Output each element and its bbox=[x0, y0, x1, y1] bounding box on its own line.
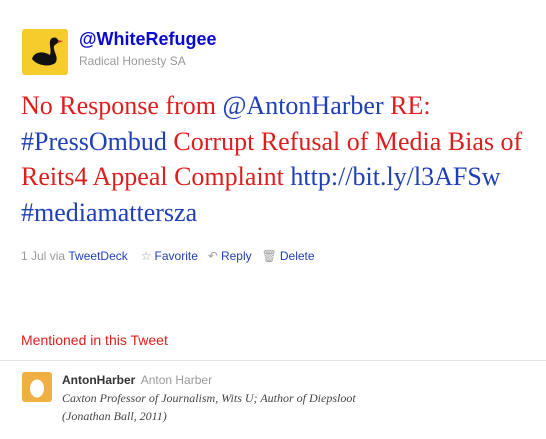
author-screen-name[interactable]: @WhiteRefugee bbox=[79, 29, 217, 50]
via-label: via bbox=[49, 249, 66, 263]
default-egg-icon bbox=[30, 379, 44, 398]
tweet-text-segment: RE: bbox=[383, 91, 431, 120]
favorite-button[interactable]: ☆ Favorite bbox=[141, 249, 198, 263]
hashtag-link[interactable]: #mediamattersza bbox=[21, 198, 197, 227]
bio-line-1: Caxton Professor of Journalism, Wits U; … bbox=[62, 391, 356, 405]
trash-icon: 🗑 bbox=[261, 249, 277, 263]
hashtag-link[interactable]: #PressOmbud bbox=[21, 127, 167, 156]
url-link[interactable]: http://bit.ly/l3AFSw bbox=[290, 162, 500, 191]
author-avatar[interactable] bbox=[22, 29, 68, 75]
tweet-text-segment: No Response from bbox=[21, 91, 223, 120]
mentioned-user-full-name: Anton Harber bbox=[140, 373, 213, 387]
favorite-label: Favorite bbox=[154, 249, 198, 263]
mentioned-user-name: AntonHarber Anton Harber bbox=[62, 373, 212, 387]
tweet-date[interactable]: 1 Jul bbox=[21, 249, 46, 263]
mentioned-user-screen-name[interactable]: AntonHarber bbox=[62, 373, 135, 387]
reply-button[interactable]: ↶ Reply bbox=[208, 249, 252, 263]
tweet-meta: 1 Jul via TweetDeck ☆ Favorite ↶ Reply 🗑… bbox=[21, 249, 315, 263]
black-swan-icon bbox=[32, 37, 63, 66]
divider bbox=[0, 360, 546, 361]
bio-line-2: (Jonathan Ball, 2011) bbox=[62, 409, 167, 423]
reply-label: Reply bbox=[220, 249, 252, 263]
mentioned-user-bio: Caxton Professor of Journalism, Wits U; … bbox=[62, 389, 422, 425]
reply-icon: ↶ bbox=[207, 249, 218, 263]
mentioned-heading: Mentioned in this Tweet bbox=[21, 332, 168, 348]
delete-label: Delete bbox=[279, 249, 315, 263]
tweet-source-link[interactable]: TweetDeck bbox=[68, 249, 127, 263]
star-icon: ☆ bbox=[140, 249, 152, 263]
mention-link[interactable]: @AntonHarber bbox=[222, 91, 383, 120]
author-full-name: Radical Honesty SA bbox=[79, 54, 186, 68]
tweet-text: No Response from @AntonHarber RE: #Press… bbox=[21, 88, 541, 230]
mentioned-user-avatar[interactable] bbox=[22, 372, 52, 402]
delete-button[interactable]: 🗑 Delete bbox=[262, 249, 315, 263]
